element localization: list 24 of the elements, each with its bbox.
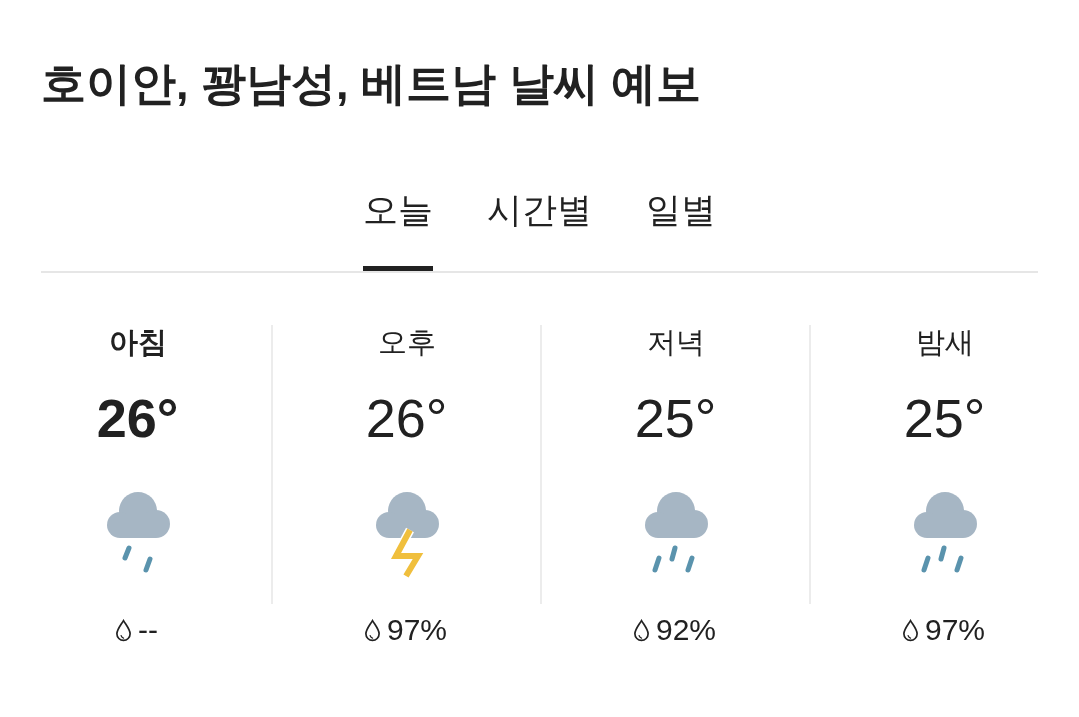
precipitation-chance: 97% bbox=[924, 613, 985, 647]
cloud-lightning-icon bbox=[374, 492, 439, 580]
cloud-rain-icon bbox=[912, 492, 977, 574]
temperature: 26° bbox=[96, 388, 179, 448]
precipitation-chance: -- bbox=[138, 613, 158, 647]
temperature: 26° bbox=[365, 388, 448, 448]
tab[interactable]: 일별 bbox=[646, 170, 716, 271]
raindrop-icon bbox=[632, 618, 650, 642]
cloud-rain-icon bbox=[643, 492, 708, 574]
period-label: 밤새 bbox=[915, 325, 974, 359]
tab[interactable]: 시간별 bbox=[487, 170, 592, 271]
raindrop-icon bbox=[363, 618, 381, 642]
temperature: 25° bbox=[903, 388, 986, 448]
cloud-rain-icon bbox=[105, 492, 170, 574]
precipitation-chance: 92% bbox=[655, 613, 716, 647]
raindrop-icon bbox=[901, 618, 919, 642]
raindrop-icon bbox=[115, 618, 132, 642]
page-title: 호이안, 꽝남성, 베트남 날씨 예보 bbox=[41, 57, 701, 111]
period-label: 아침 bbox=[108, 325, 167, 359]
period-label: 저녁 bbox=[646, 325, 705, 359]
tab[interactable]: 오늘 bbox=[363, 170, 433, 271]
precipitation-chance: 97% bbox=[386, 613, 447, 647]
temperature: 25° bbox=[634, 388, 717, 448]
period-label: 오후 bbox=[377, 325, 436, 359]
